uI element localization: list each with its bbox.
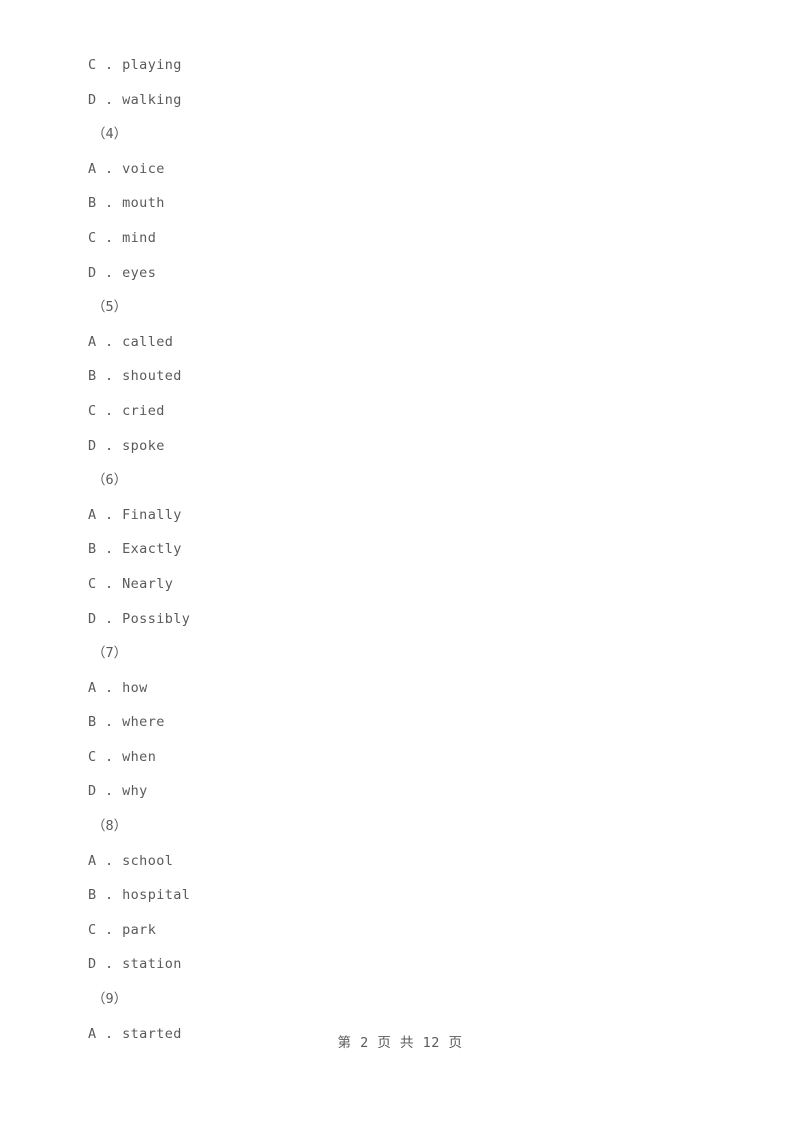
answer-option: C . playing bbox=[88, 57, 182, 73]
document-page: C . playing D . walking （4） A . voice B . mo… bbox=[0, 0, 800, 1132]
answer-option: B . Exactly bbox=[88, 541, 182, 558]
question-options-list: C . playing D . walking （4） A . voice B . mo… bbox=[88, 48, 728, 1051]
question-number: （4） bbox=[92, 126, 128, 143]
answer-option: A . school bbox=[88, 852, 174, 869]
answer-option: C . cried bbox=[88, 402, 165, 419]
answer-option: A . how bbox=[88, 679, 148, 696]
answer-option: C . park bbox=[88, 921, 157, 938]
answer-option: C . when bbox=[88, 748, 157, 765]
answer-option: D . walking bbox=[88, 91, 182, 108]
answer-option: B . hospital bbox=[88, 887, 191, 904]
answer-option: A . voice bbox=[88, 160, 165, 177]
answer-option: B . where bbox=[88, 714, 165, 731]
answer-option: B . shouted bbox=[88, 368, 182, 385]
answer-option: B . mouth bbox=[88, 195, 165, 212]
answer-option: A . Finally bbox=[88, 506, 182, 523]
answer-option: D . spoke bbox=[88, 437, 165, 454]
question-number: （6） bbox=[92, 472, 128, 489]
answer-option: D . eyes bbox=[88, 264, 157, 281]
answer-option: D . Possibly bbox=[88, 610, 191, 627]
question-number: （9） bbox=[92, 991, 128, 1008]
answer-option: C . mind bbox=[88, 229, 157, 246]
question-number: （7） bbox=[92, 645, 128, 662]
answer-option: D . station bbox=[88, 956, 182, 973]
answer-option: A . called bbox=[88, 333, 174, 350]
answer-option: C . Nearly bbox=[88, 575, 174, 592]
question-number: （8） bbox=[92, 818, 128, 835]
page-footer: 第 2 页 共 12 页 bbox=[337, 1035, 463, 1051]
question-number: （5） bbox=[92, 299, 128, 316]
answer-option: D . why bbox=[88, 783, 148, 800]
